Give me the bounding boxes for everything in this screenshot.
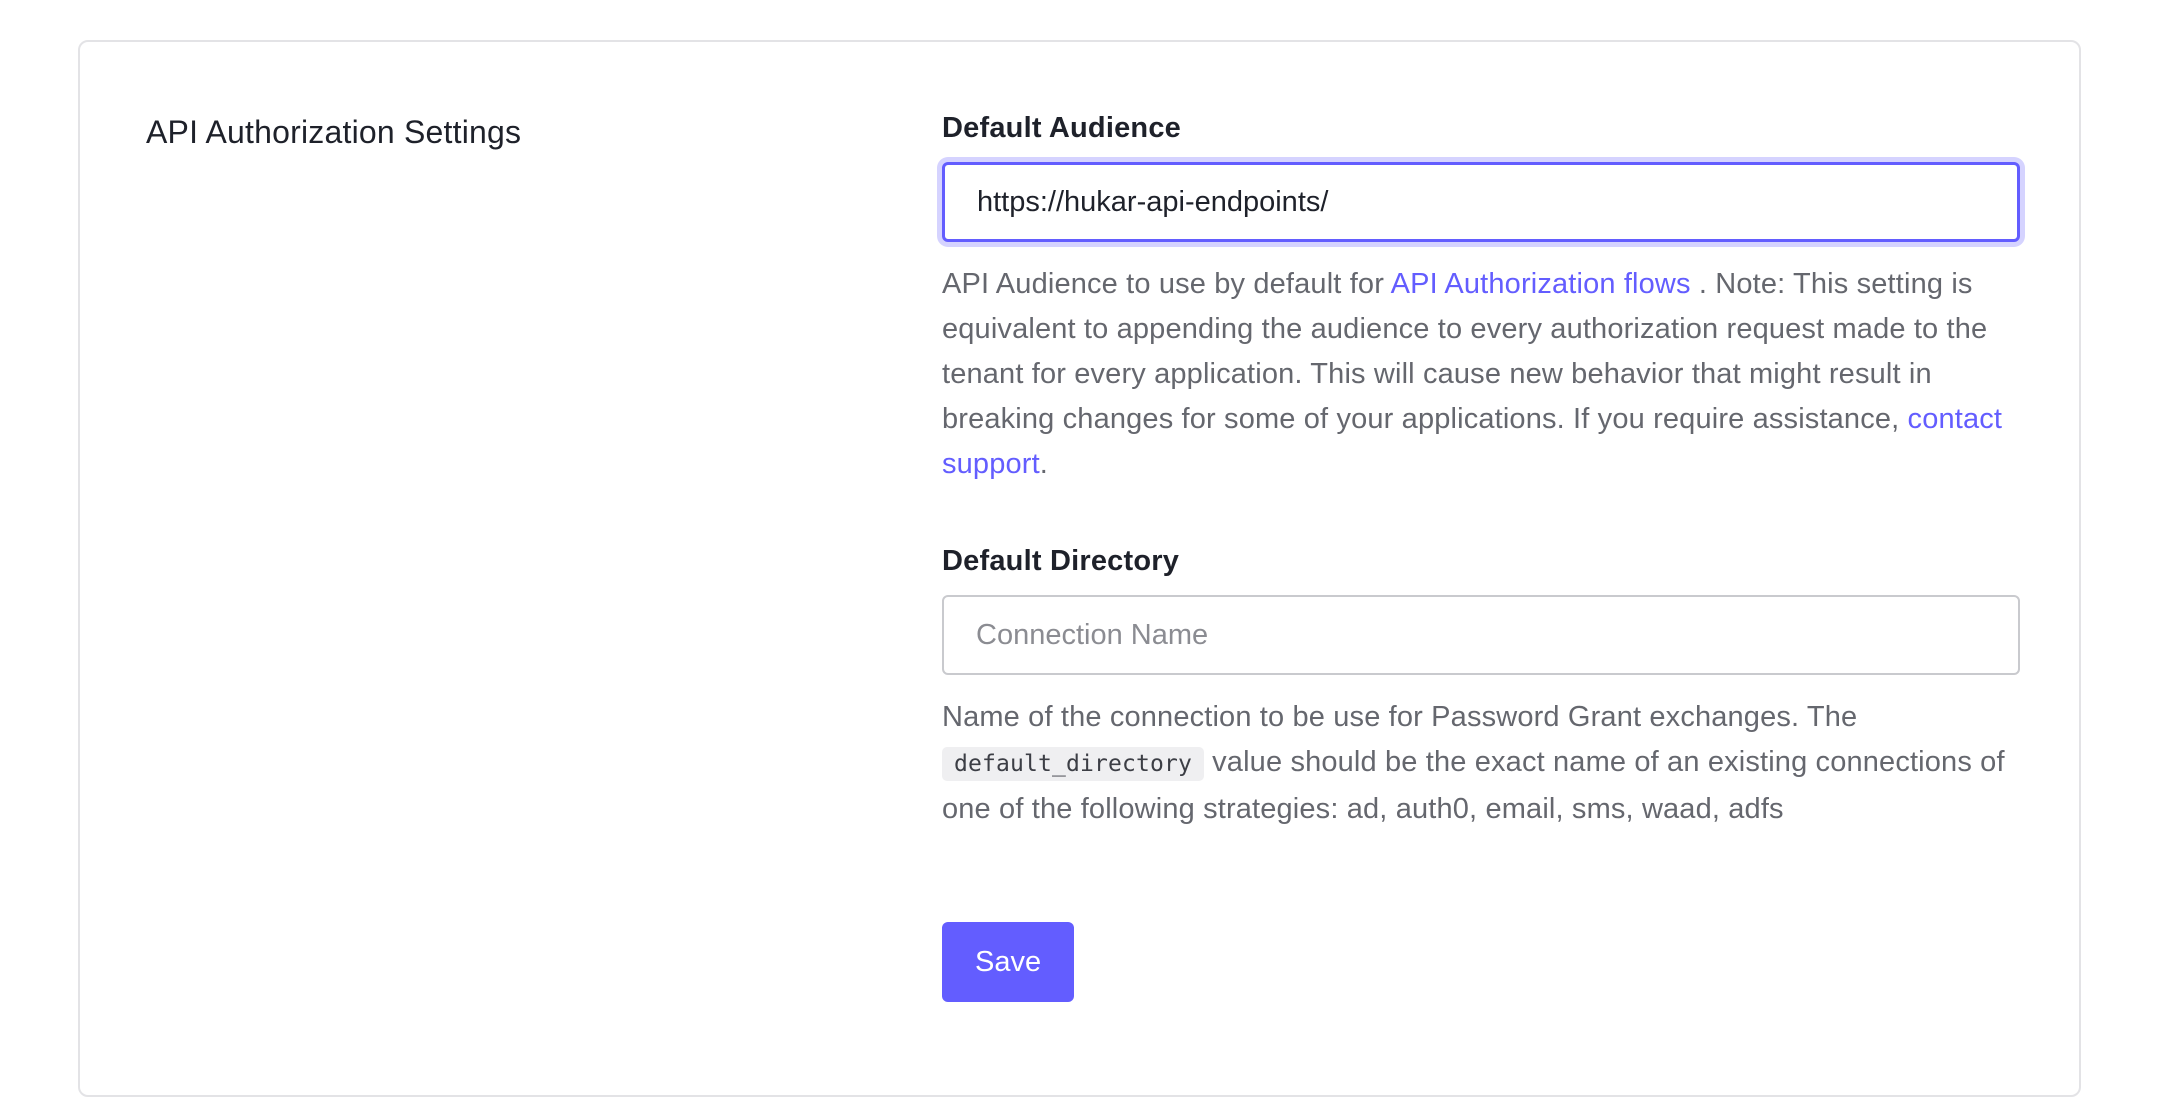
api-authorization-settings-card: API Authorization Settings Default Audie…: [78, 40, 2081, 1097]
section-title: API Authorization Settings: [146, 114, 522, 150]
default-directory-code: default_directory: [942, 747, 1204, 781]
default-directory-label: Default Directory: [942, 545, 1180, 577]
api-authorization-flows-link[interactable]: API Authorization flows: [1391, 268, 1691, 300]
default-directory-input[interactable]: [942, 595, 2020, 675]
default-audience-input[interactable]: [942, 162, 2020, 242]
settings-form: Default Audience API Audience to use by …: [942, 108, 2020, 1002]
default-directory-help: Name of the connection to be use for Pas…: [942, 695, 2020, 832]
default-audience-help-prefix: API Audience to use by default for: [942, 268, 1391, 300]
save-button[interactable]: Save: [942, 922, 1075, 1002]
default-audience-field: Default Audience API Audience to use by …: [942, 108, 2020, 487]
default-directory-help-prefix: Name of the connection to be use for Pas…: [942, 701, 1858, 733]
default-audience-help-suffix: .: [1039, 448, 1048, 480]
default-audience-help: API Audience to use by default for API A…: [942, 262, 2020, 487]
default-directory-field: Default Directory Name of the connection…: [942, 541, 2020, 832]
default-audience-label: Default Audience: [942, 112, 1181, 144]
